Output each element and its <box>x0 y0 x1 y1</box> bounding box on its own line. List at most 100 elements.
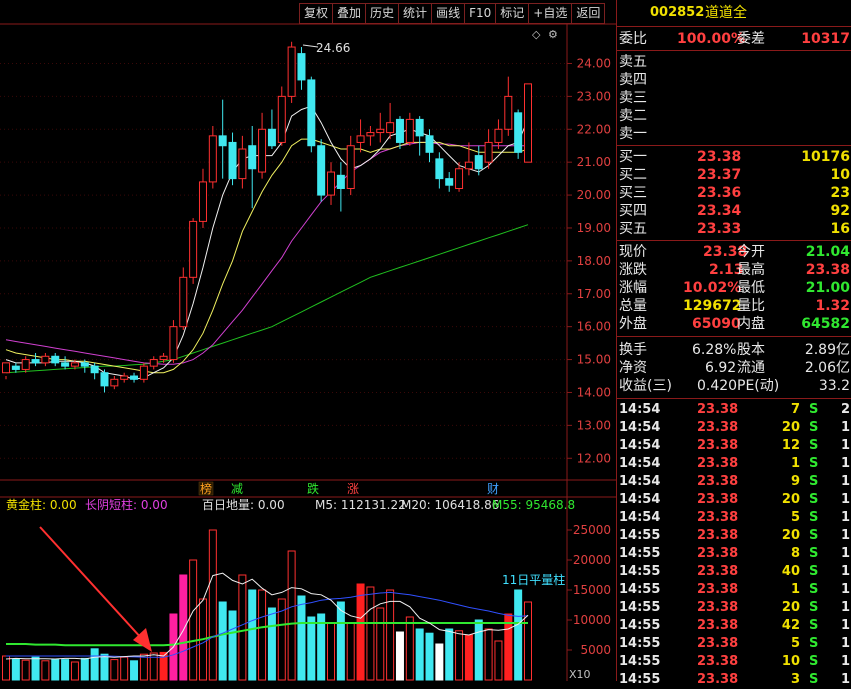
buy-1-row[interactable]: 买一 23.38 10176 <box>617 148 851 166</box>
candle-body-down <box>445 178 454 186</box>
volume-bar <box>405 616 414 681</box>
tick-row[interactable]: 14:55 23.38 8 S 1 <box>617 545 851 563</box>
tick-row[interactable]: 14:54 23.38 20 S 1 <box>617 491 851 509</box>
tick-p: 23.38 <box>697 438 739 453</box>
volume-tick-label: 20000 <box>573 553 611 567</box>
tag-zhang[interactable]: 涨 <box>347 481 359 496</box>
tick-row[interactable]: 14:54 23.38 20 S 1 <box>617 419 851 437</box>
tick-row[interactable]: 14:55 23.38 5 S 1 <box>617 635 851 653</box>
ma5-line <box>5 105 529 380</box>
tag-bang[interactable]: 榜 <box>200 481 212 496</box>
tick-row[interactable]: 14:54 23.38 1 S 1 <box>617 455 851 473</box>
volume-bar <box>11 658 20 681</box>
candle-body-down <box>435 158 444 180</box>
buy-3-row[interactable]: 买三 23.36 23 <box>617 184 851 202</box>
tick-v: 12 <box>781 438 800 453</box>
sell-4-row: 卖四 <box>619 72 647 88</box>
tag-cai[interactable]: 财 <box>487 482 499 496</box>
tick-row[interactable]: 14:54 23.38 7 S 2 <box>617 401 851 419</box>
tick-row[interactable]: 14:55 23.38 20 S 1 <box>617 527 851 545</box>
candle-body-up <box>494 128 503 143</box>
tick-p: 23.38 <box>697 600 739 615</box>
tag-die[interactable]: 跌 <box>307 481 319 496</box>
candle-body-up <box>139 365 148 380</box>
candle-body-down <box>425 135 434 153</box>
tick-row[interactable]: 14:55 23.38 42 S 1 <box>617 617 851 635</box>
tick-row[interactable]: 14:55 23.38 20 S 1 <box>617 599 851 617</box>
price-tick-label: 17.00 <box>577 287 611 301</box>
tick-v: 5 <box>790 510 800 525</box>
tick-t: 14:54 <box>619 492 661 507</box>
tick-row[interactable]: 14:55 23.38 40 S 1 <box>617 563 851 581</box>
volume-bar <box>307 616 316 681</box>
candle-body-down <box>317 145 326 196</box>
volume-bar <box>494 640 503 681</box>
change-row: 涨跌 2.13 最高 23.38 <box>619 262 850 278</box>
candle-body-up <box>277 95 286 143</box>
diamond-icon[interactable]: ◇ <box>532 28 541 41</box>
tick-p: 23.38 <box>697 510 739 525</box>
tick-v: 9 <box>790 474 800 489</box>
volume-bar <box>189 559 198 681</box>
volume-bar <box>130 660 139 681</box>
tick-n: 1 <box>840 528 850 543</box>
price-tick-label: 16.00 <box>577 320 611 334</box>
tick-t: 14:55 <box>619 672 661 687</box>
tag-jian[interactable]: 减 <box>231 482 243 496</box>
candle-body-up <box>376 128 385 134</box>
volume-bar <box>455 630 464 681</box>
tick-row[interactable]: 14:54 23.38 9 S 1 <box>617 473 851 491</box>
tick-p: 23.38 <box>697 546 739 561</box>
tick-row[interactable]: 14:55 23.38 1 S 1 <box>617 581 851 599</box>
tick-row[interactable]: 14:54 23.38 5 S 1 <box>617 509 851 527</box>
buy-4-row[interactable]: 买四 23.34 92 <box>617 202 851 220</box>
candlestick-chart[interactable]: 24.00 23.00 22.00 21.00 20.00 19.00 18.00 17.00… <box>0 0 616 681</box>
tick-t: 14:54 <box>619 474 661 489</box>
candle-body-up <box>258 128 267 173</box>
tick-row[interactable]: 14:55 23.38 3 S 1 <box>617 671 851 689</box>
tick-n: 2 <box>840 402 850 417</box>
m55-label: M55: 95468.8 <box>492 498 575 512</box>
volume-tick-label: 25000 <box>573 523 611 537</box>
tick-t: 14:54 <box>619 456 661 471</box>
volume-bar <box>435 643 444 681</box>
tick-s: S <box>809 492 819 507</box>
tick-t: 14:55 <box>619 600 661 615</box>
volume-axis: 25000 20000 15000 10000 5000 <box>567 523 611 657</box>
candle-body-down <box>11 365 20 370</box>
price-row: 现价 23.38 今开 21.04 <box>619 244 850 260</box>
volume-bar <box>514 589 523 681</box>
candle-body-down <box>267 128 276 147</box>
candle-body-up <box>198 181 207 222</box>
tick-v: 40 <box>781 564 800 579</box>
buy-5-row[interactable]: 买五 23.33 16 <box>617 220 851 238</box>
yin-short-bar-label: 长阴短柱: 0.00 <box>85 497 168 512</box>
sell-2-row: 卖二 <box>619 108 647 124</box>
volume-bar <box>139 653 148 681</box>
tick-v: 20 <box>781 492 800 507</box>
price-axis: 24.00 23.00 22.00 21.00 20.00 19.00 18.00 17.00… <box>567 56 611 465</box>
candle-body-down <box>307 79 316 147</box>
tick-s: S <box>809 582 819 597</box>
settings-icon[interactable]: ⚙ <box>548 28 558 41</box>
price-tick-label: 24.00 <box>577 56 611 70</box>
tick-p: 23.38 <box>697 528 739 543</box>
candle-body-down <box>248 145 257 170</box>
stock-code: 002852 <box>650 5 705 20</box>
ma60-line <box>5 224 529 374</box>
tick-row[interactable]: 14:55 23.38 10 S 1 <box>617 653 851 671</box>
event-tags: 榜 减 跌 涨 财 <box>198 481 499 496</box>
volume-tick-label: 5000 <box>580 643 611 657</box>
volume-bar <box>61 659 70 681</box>
volume-bar <box>51 658 60 681</box>
tick-s: S <box>809 420 819 435</box>
candle-body-up <box>238 148 247 180</box>
tick-v: 10 <box>781 654 800 669</box>
tick-row[interactable]: 14:54 23.38 12 S 1 <box>617 437 851 455</box>
candle-body-up <box>356 135 365 143</box>
tick-v: 7 <box>790 402 800 417</box>
buy-2-row[interactable]: 买二 23.37 10 <box>617 166 851 184</box>
tick-s: S <box>809 636 819 651</box>
volume-bar <box>346 622 355 681</box>
price-tick-label: 23.00 <box>577 89 611 103</box>
